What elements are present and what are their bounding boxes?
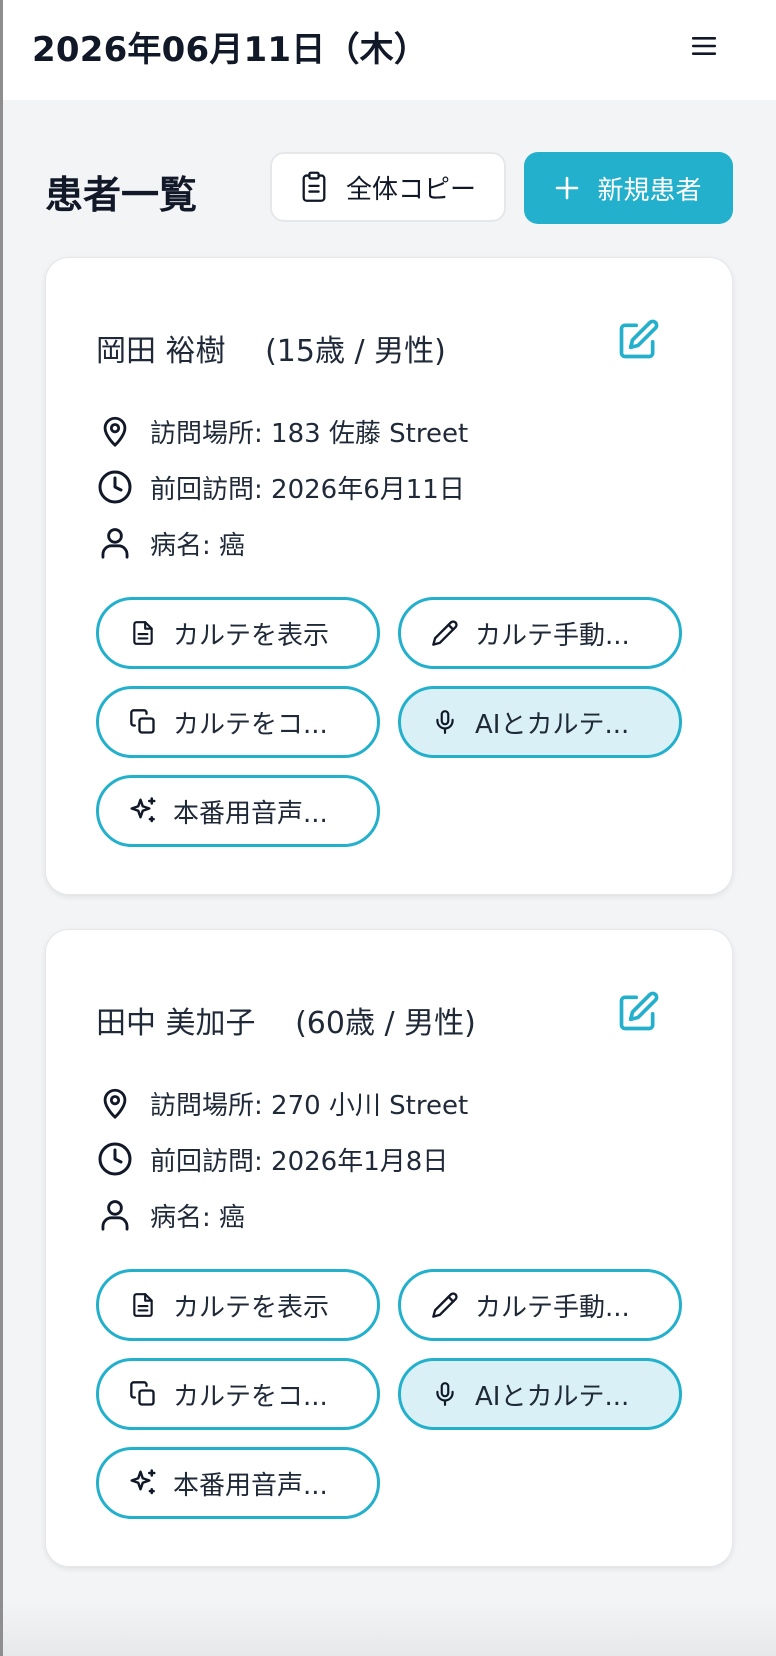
user-icon	[96, 524, 134, 562]
copy-icon	[127, 1378, 159, 1410]
disease-row: 病名: 癌	[96, 1195, 245, 1235]
visit-location: 訪問場所: 270 小川 Street	[150, 1090, 469, 1121]
visit-location: 訪問場所: 183 佐藤 Street	[150, 418, 469, 449]
pencil-icon	[429, 617, 461, 649]
user-icon	[96, 1196, 134, 1234]
edit-square-icon	[619, 991, 659, 1031]
plus-icon	[556, 176, 579, 200]
map-pin-icon	[96, 412, 134, 450]
map-pin-icon	[96, 1084, 134, 1122]
manual-chart-button[interactable]: カルテ手動...	[398, 597, 682, 669]
top-bar: 2026年06月11日（木）	[3, 0, 776, 100]
disease-row: 病名: 癌	[96, 523, 245, 563]
copy-chart-button[interactable]: カルテをコ...	[96, 686, 380, 758]
bottom-edge	[3, 1600, 776, 1656]
view-chart-button[interactable]: カルテを表示	[96, 1269, 380, 1341]
manual-chart-label: カルテ手動...	[475, 1292, 630, 1323]
copy-chart-label: カルテをコ...	[173, 1381, 328, 1412]
document-icon	[127, 1289, 159, 1321]
view-chart-button[interactable]: カルテを表示	[96, 597, 380, 669]
copy-chart-label: カルテをコ...	[173, 709, 328, 740]
window-edge	[0, 0, 3, 1656]
sparkles-icon	[127, 1467, 159, 1499]
new-patient-label: 新規患者	[597, 175, 702, 206]
hamburger-menu-icon	[692, 37, 716, 55]
last-visit: 前回訪問: 2026年6月11日	[150, 474, 465, 505]
disease: 病名: 癌	[150, 1202, 246, 1233]
disease: 病名: 癌	[150, 530, 246, 561]
ai-chart-label: AIとカルテ...	[475, 709, 630, 740]
visit-location-row: 訪問場所: 183 佐藤 Street	[96, 411, 468, 451]
manual-chart-button[interactable]: カルテ手動...	[398, 1269, 682, 1341]
edit-square-icon	[619, 319, 659, 359]
sparkles-icon	[127, 795, 159, 827]
date-title: 2026年06月11日（木）	[32, 30, 429, 70]
visit-location-row: 訪問場所: 270 小川 Street	[96, 1083, 468, 1123]
production-voice-button[interactable]: 本番用音声...	[96, 775, 380, 847]
patient-card: 岡田 裕樹 (15歳 / 男性) 訪問場所: 183 佐藤 Street 前回訪…	[45, 257, 733, 895]
view-chart-label: カルテを表示	[173, 1292, 330, 1323]
ai-chart-button[interactable]: AIとカルテ...	[398, 686, 682, 758]
ai-chart-button[interactable]: AIとカルテ...	[398, 1358, 682, 1430]
patient-card: 田中 美加子 (60歳 / 男性) 訪問場所: 270 小川 Street 前回…	[45, 929, 733, 1567]
last-visit-row: 前回訪問: 2026年1月8日	[96, 1139, 448, 1179]
copy-all-button[interactable]: 全体コピー	[270, 152, 506, 222]
ai-chart-label: AIとカルテ...	[475, 1381, 630, 1412]
production-voice-label: 本番用音声...	[173, 798, 328, 829]
copy-chart-button[interactable]: カルテをコ...	[96, 1358, 380, 1430]
clock-icon	[96, 1140, 134, 1178]
manual-chart-label: カルテ手動...	[475, 620, 630, 651]
edit-patient-button[interactable]	[613, 315, 663, 365]
clock-icon	[96, 468, 134, 506]
view-chart-label: カルテを表示	[173, 620, 330, 651]
clipboard-icon	[302, 171, 326, 202]
last-visit-row: 前回訪問: 2026年6月11日	[96, 467, 465, 507]
edit-patient-button[interactable]	[613, 987, 663, 1037]
pencil-icon	[429, 1289, 461, 1321]
microphone-icon	[429, 1378, 461, 1410]
new-patient-button[interactable]: 新規患者	[524, 152, 733, 224]
document-icon	[127, 617, 159, 649]
production-voice-label: 本番用音声...	[173, 1470, 328, 1501]
page-title: 患者一覧	[45, 173, 198, 217]
menu-button[interactable]	[686, 28, 722, 64]
microphone-icon	[429, 706, 461, 738]
production-voice-button[interactable]: 本番用音声...	[96, 1447, 380, 1519]
patient-name: 田中 美加子 (60歳 / 男性)	[96, 1006, 476, 1041]
last-visit: 前回訪問: 2026年1月8日	[150, 1146, 449, 1177]
copy-all-label: 全体コピー	[345, 174, 476, 205]
copy-icon	[127, 706, 159, 738]
patient-name: 岡田 裕樹 (15歳 / 男性)	[96, 334, 446, 369]
